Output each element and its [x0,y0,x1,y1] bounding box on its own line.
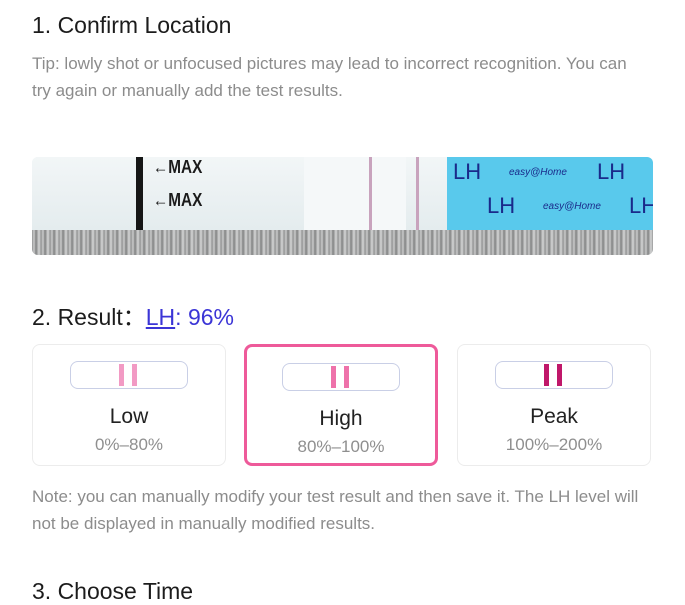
result-option-range: 100%–200% [505,435,603,454]
result-title-label: 2. Result： [32,304,146,330]
strip-handle: LH easy@Home LH LH easy@Home LH [447,157,653,230]
strip-icon-line [344,366,349,388]
result-option-name: Peak [530,405,578,428]
strip-brand-text: easy@Home [509,167,567,178]
strip-lh-text: LH [453,159,482,184]
strip-icon-line [119,364,124,386]
result-options: Low 0%–80% High 80%–100% Peak 100%–200% [32,344,653,466]
strip-lh-text: LH [487,193,516,218]
strip-icon-line [557,364,562,386]
strip-icon [70,361,188,389]
strip-icon-line [544,364,549,386]
strip-icon-line [132,364,137,386]
result-option-peak[interactable]: Peak 100%–200% [457,344,651,466]
result-option-range: 0%–80% [94,435,164,454]
section-title-confirm-location: 1. Confirm Location [32,12,232,38]
strip-lh-text: LH [597,159,626,184]
strip-result-window [304,157,406,230]
strip-brand-text: easy@Home [543,201,601,212]
strip-control-line [416,157,419,230]
note-text: Note: you can manually modify your test … [32,487,639,533]
result-option-name: Low [109,405,149,428]
result-option-name: High [319,407,363,430]
strip-test-line [369,157,372,230]
tip-text: Tip: lowly shot or unfocused pictures ma… [32,54,627,100]
strip-icon [495,361,613,389]
lh-value: : 96% [175,304,234,330]
result-option-range: 80%–100% [297,437,385,456]
section-title-result: 2. Result：LH: 96% [32,298,234,332]
strip-icon [282,363,400,391]
strip-max-bar [136,157,143,230]
result-option-low[interactable]: Low 0%–80% [32,344,226,466]
test-strip-image[interactable]: ←MAX ←MAX LH easy@Home LH LH easy@Home L… [32,157,653,255]
strip-max-label: ←MAX [153,157,203,177]
lh-link[interactable]: LH [146,304,175,330]
strip-max-label: ←MAX [153,190,203,210]
result-option-high[interactable]: High 80%–100% [244,344,438,466]
section-title-choose-time: 3. Choose Time [32,578,194,604]
strip-icon-line [331,366,336,388]
strip-lh-text: LH [629,193,653,218]
